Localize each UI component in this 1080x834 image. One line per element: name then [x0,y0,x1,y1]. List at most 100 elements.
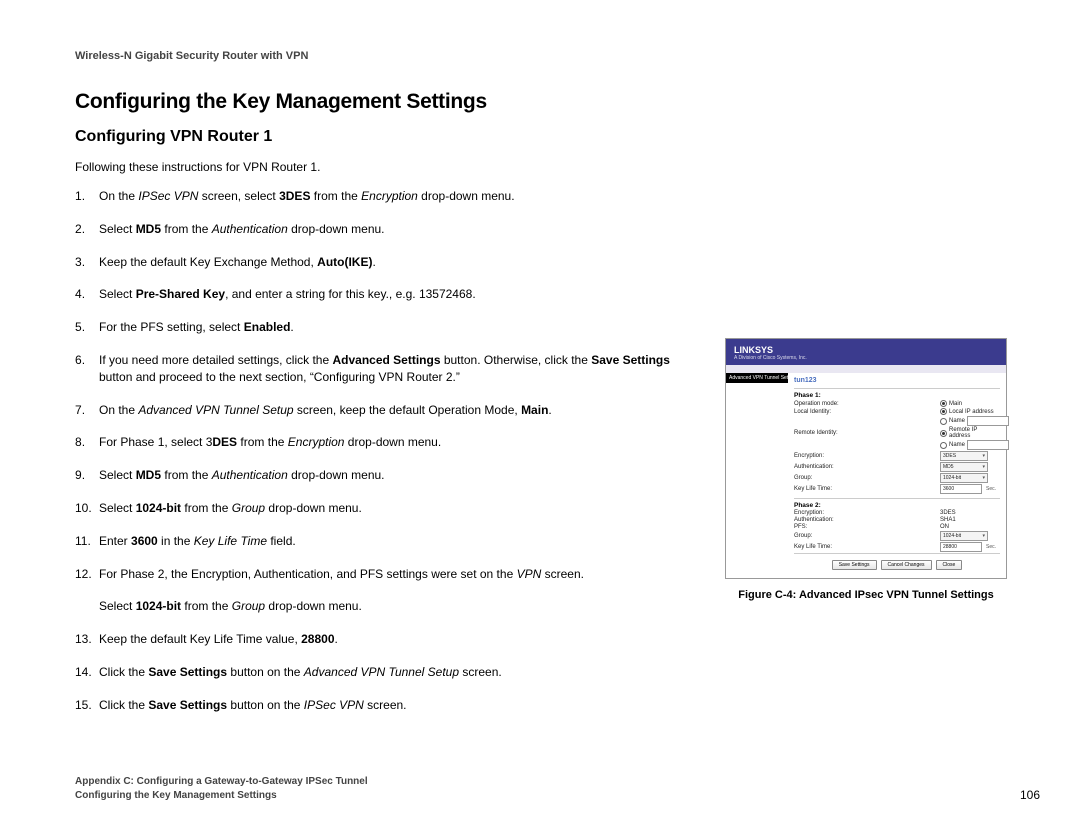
lab: Group: [794,533,940,539]
txt: Click the [99,698,148,712]
step-10: Select 1024-bit from the Group drop-down… [75,500,695,517]
step-11: Enter 3600 in the Key Life Time field. [75,533,695,550]
radio-icon [940,442,947,449]
row-group-1: Group: 1024-bit [794,473,1000,483]
figure-buttons-bar: Save Settings Cancel Changes Close [794,553,1000,576]
radio-icon [940,408,947,415]
txt: On the [99,403,138,417]
content-row: On the IPSec VPN screen, select 3DES fro… [75,188,1040,730]
figure-nav [726,365,1006,373]
row-remote-id: Remote Identity: Remote IP address [794,427,1000,439]
val: ON [940,524,949,530]
page-number: 106 [1020,788,1040,802]
radio-icon [940,418,947,425]
figure-left-tab: Advanced VPN Tunnel Setup [726,373,788,383]
step-6: If you need more detailed settings, clic… [75,352,695,386]
figure-topbar: LINKSYS A Division of Cisco Systems, Inc… [726,339,1006,363]
row-op-mode: Operation mode: Main [794,400,1000,407]
lab: Local Identity: [794,409,940,415]
txt: Save Settings [591,353,670,367]
phase2-heading: Phase 2: [794,498,1000,509]
select: 3DES [940,451,988,461]
input: 28800 [940,542,982,552]
txt: Select [99,599,136,613]
txt: from the [181,501,232,515]
unit: Sec. [986,544,996,550]
input: 3600 [940,484,982,494]
txt: Select [99,222,136,236]
step-8: For Phase 1, select 3DES from the Encryp… [75,434,695,451]
txt: . [372,255,375,269]
figure-box: LINKSYS A Division of Cisco Systems, Inc… [725,338,1007,579]
step-14: Click the Save Settings button on the Ad… [75,664,695,681]
step-1: On the IPSec VPN screen, select 3DES fro… [75,188,695,205]
step-2: Select MD5 from the Authentication drop-… [75,221,695,238]
txt: field. [267,534,296,548]
val: Remote IP address [949,427,1000,439]
txt: button on the [227,698,304,712]
radio-icon [940,430,947,437]
txt: screen. [364,698,407,712]
txt: from the [310,189,361,203]
txt: 28800 [301,632,334,646]
txt: Keep the default Key Exchange Method, [99,255,317,269]
txt: Group [232,501,265,515]
txt: MD5 [136,222,161,236]
lab: Operation mode: [794,401,940,407]
txt: VPN [517,567,542,581]
txt: . [290,320,293,334]
txt: Authentication [212,222,288,236]
txt: IPSec VPN [304,698,364,712]
figure-left-col: Advanced VPN Tunnel Setup [726,373,788,578]
step-4: Select Pre-Shared Key, and enter a strin… [75,286,695,303]
lab: Authentication: [794,517,940,523]
name-input [967,440,1009,450]
name-input [967,416,1009,426]
lab: Authentication: [794,464,940,470]
radio-icon [940,400,947,407]
txt: On the [99,189,138,203]
lab: Encryption: [794,510,940,516]
fig-close-button: Close [936,560,963,570]
lab: Group: [794,475,940,481]
step-13: Keep the default Key Life Time value, 28… [75,631,695,648]
txt: 3600 [131,534,158,548]
unit: Sec. [986,486,996,492]
txt: Key Life Time [194,534,267,548]
txt: For the PFS setting, select [99,320,244,334]
txt: drop-down menu. [265,599,362,613]
txt: Advanced VPN Tunnel Setup [138,403,293,417]
txt: Save Settings [148,665,227,679]
txt: Group [232,599,265,613]
step-9: Select MD5 from the Authentication drop-… [75,467,695,484]
footer-line-1: Appendix C: Configuring a Gateway-to-Gat… [75,775,368,789]
footer-line-2: Configuring the Key Management Settings [75,789,368,803]
document-page: Wireless-N Gigabit Security Router with … [0,0,1080,834]
step-5: For the PFS setting, select Enabled. [75,319,695,336]
step-3: Keep the default Key Exchange Method, Au… [75,254,695,271]
val: Name [949,418,965,424]
txt: Advanced Settings [332,353,440,367]
val: Local IP address [949,409,994,415]
tunnel-id: tun123 [794,377,1000,384]
txt: Save Settings [148,698,227,712]
val: SHA1 [940,517,956,523]
txt: button. Otherwise, click the [441,353,592,367]
brand-sub: A Division of Cisco Systems, Inc. [734,355,998,361]
section-title: Configuring VPN Router 1 [75,128,1040,146]
select: 1024-bit [940,531,988,541]
txt: Auto(IKE) [317,255,372,269]
lab: Encryption: [794,453,940,459]
txt: drop-down menu. [344,435,441,449]
document-header: Wireless-N Gigabit Security Router with … [75,50,1040,62]
txt: Select [99,287,136,301]
txt: MD5 [136,468,161,482]
row-enc-2: Encryption: 3DES [794,510,1000,516]
txt: Authentication [212,468,288,482]
row-pfs: PFS: ON [794,524,1000,530]
txt: . [335,632,338,646]
txt: Pre-Shared Key [136,287,225,301]
txt: . [548,403,551,417]
row-local-id-name: Name [794,416,1000,426]
txt: , and enter a string for this key., e.g.… [225,287,476,301]
